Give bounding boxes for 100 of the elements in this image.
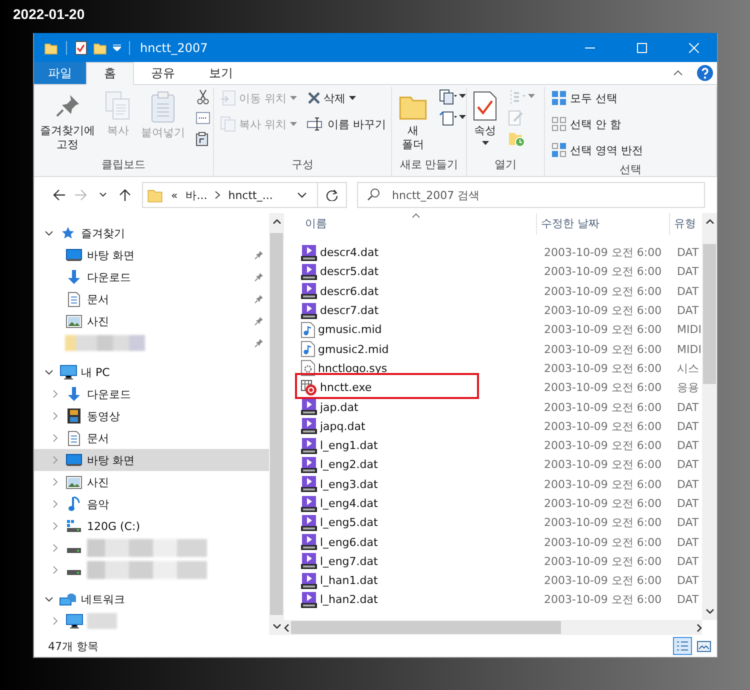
ribbon-button[interactable]: 모두 선택 xyxy=(549,87,645,109)
nav-item-label[interactable]: 바탕 화면 xyxy=(87,452,134,468)
sort-ascending-icon xyxy=(412,213,420,218)
breadcrumb[interactable]: hnctt_... xyxy=(228,188,273,202)
modified-date: 2003-10-09 오전 6:00 xyxy=(543,438,663,454)
ribbon-button[interactable]: 새 폴더 xyxy=(396,87,430,152)
music-file-icon xyxy=(301,322,315,338)
dropdown-caret-icon xyxy=(113,44,121,51)
file-name[interactable]: hnctt.exe xyxy=(320,381,372,394)
nav-item-label[interactable]: 120G (C:) xyxy=(87,520,140,532)
scrollbar[interactable] xyxy=(702,213,717,620)
nav-item-label[interactable]: 내 PC xyxy=(81,364,110,380)
ribbon-group-label: 선택 xyxy=(618,162,642,178)
file-type: DAT xyxy=(676,574,700,588)
address-field[interactable]: « 바... hnctt_... xyxy=(142,182,318,208)
ribbon-button[interactable]: 삭제 xyxy=(304,87,388,109)
scissors-icon xyxy=(196,88,210,104)
column-header[interactable]: 수정한 날짜 xyxy=(536,213,669,235)
file-name[interactable]: descr4.dat xyxy=(320,246,379,260)
ribbon-group-label: 클립보드 xyxy=(100,157,146,173)
horizontal-scrollbar[interactable] xyxy=(284,620,702,635)
breadcrumb[interactable]: 바... xyxy=(186,188,208,202)
nav-item-label[interactable]: 사진 xyxy=(87,314,109,328)
file-type: DAT xyxy=(676,536,700,549)
search-field[interactable]: hnctt_2007 검색 xyxy=(357,182,705,208)
refresh-button[interactable] xyxy=(318,182,347,208)
file-name[interactable]: l_eng4.dat xyxy=(320,497,378,510)
help-icon xyxy=(697,65,713,81)
picture-icon xyxy=(66,314,82,328)
computer-icon xyxy=(60,364,76,380)
dat-file-icon xyxy=(301,553,317,570)
file-name[interactable]: japq.dat xyxy=(320,420,366,433)
ribbon-button[interactable]: 즐겨찾기에 고정 xyxy=(38,87,97,152)
music-file-icon xyxy=(301,341,315,358)
file-name[interactable]: l_eng2.dat xyxy=(320,458,378,472)
file-type: 응용 xyxy=(676,380,700,396)
scrollbar[interactable] xyxy=(269,213,284,635)
desktop-icon xyxy=(66,453,82,467)
file-type: DAT xyxy=(676,593,700,606)
modified-date: 2003-10-09 오전 6:00 xyxy=(543,380,663,396)
dat-file-icon xyxy=(301,264,317,280)
file-name[interactable]: l_eng7.dat xyxy=(320,554,378,568)
desktop-icon xyxy=(66,248,82,262)
file-name[interactable]: l_eng3.dat xyxy=(320,478,378,491)
nav-item-label[interactable]: 다운로드 xyxy=(87,386,131,402)
dat-file-icon xyxy=(301,399,317,416)
network-icon xyxy=(59,591,77,607)
ribbon-button[interactable]: 속성 xyxy=(471,87,499,146)
star-icon xyxy=(61,226,75,240)
file-name[interactable]: l_eng6.dat xyxy=(320,536,378,549)
ribbon-button[interactable]: 선택 영역 반전 xyxy=(549,139,645,161)
new-item-icon xyxy=(439,88,457,104)
file-type: 시스 xyxy=(676,360,700,376)
breadcrumb-overflow[interactable]: « xyxy=(171,188,178,202)
nav-item-label[interactable]: 음악 xyxy=(87,496,109,512)
file-name[interactable]: l_han2.dat xyxy=(320,593,378,606)
file-type: DAT xyxy=(676,304,700,318)
scrollbar-thumb[interactable] xyxy=(270,233,283,615)
scrollbar-thumb[interactable] xyxy=(291,621,561,634)
nav-item-label[interactable]: 바탕 화면 xyxy=(87,248,134,262)
modified-date: 2003-10-09 오전 6:00 xyxy=(543,264,663,280)
date-caption: 2022-01-20 xyxy=(13,6,85,22)
file-name[interactable]: l_han1.dat xyxy=(320,574,378,588)
scrollbar-thumb[interactable] xyxy=(703,244,716,384)
details-view-button[interactable] xyxy=(673,637,692,655)
file-name[interactable]: gmusic2.mid xyxy=(318,342,389,356)
nav-item-label[interactable]: 문서 xyxy=(87,292,109,306)
delete-icon xyxy=(306,91,320,105)
file-name[interactable]: l_eng5.dat xyxy=(320,516,378,530)
column-header[interactable]: 이름 xyxy=(301,213,536,235)
file-type: DAT xyxy=(676,284,700,298)
edit-icon xyxy=(508,110,524,126)
file-name[interactable]: jap.dat xyxy=(320,400,358,414)
file-menu-tab[interactable]: 파일 xyxy=(34,62,86,84)
scroll-up-icon xyxy=(706,219,714,224)
modified-date: 2003-10-09 오전 6:00 xyxy=(543,534,663,550)
history-icon xyxy=(508,130,526,146)
file-name[interactable]: descr6.dat xyxy=(320,284,379,298)
ribbon-tab[interactable]: 홈 xyxy=(86,62,134,85)
nav-item-label[interactable]: 네트워크 xyxy=(81,592,125,606)
dat-file-icon xyxy=(301,302,317,319)
system-drive-icon xyxy=(66,519,82,533)
nav-item-label[interactable]: 다운로드 xyxy=(87,270,131,284)
file-name[interactable]: descr7.dat xyxy=(320,304,379,318)
select-all-icon xyxy=(551,90,567,106)
download-arrow-icon xyxy=(67,269,81,285)
film-icon xyxy=(67,408,81,424)
nav-item-label[interactable]: 문서 xyxy=(87,430,109,446)
forward-arrow-icon xyxy=(75,189,87,201)
nav-item-label[interactable]: 즐겨찾기 xyxy=(81,226,125,240)
nav-item-label[interactable]: 사진 xyxy=(87,474,109,490)
ribbon-button[interactable]: 선택 안 함 xyxy=(549,113,645,135)
ribbon-button[interactable]: 이름 바꾸기 xyxy=(304,113,388,135)
file-name[interactable]: hnctlogo.sys xyxy=(318,362,388,375)
paste-shortcut-icon xyxy=(196,132,208,146)
nav-item-highlight[interactable]: 바탕 화면 xyxy=(34,449,269,471)
nav-item-label[interactable]: 동영상 xyxy=(87,408,120,424)
file-name[interactable]: l_eng1.dat xyxy=(320,439,378,452)
file-name[interactable]: descr5.dat xyxy=(320,265,379,278)
file-name[interactable]: gmusic.mid xyxy=(318,323,382,336)
